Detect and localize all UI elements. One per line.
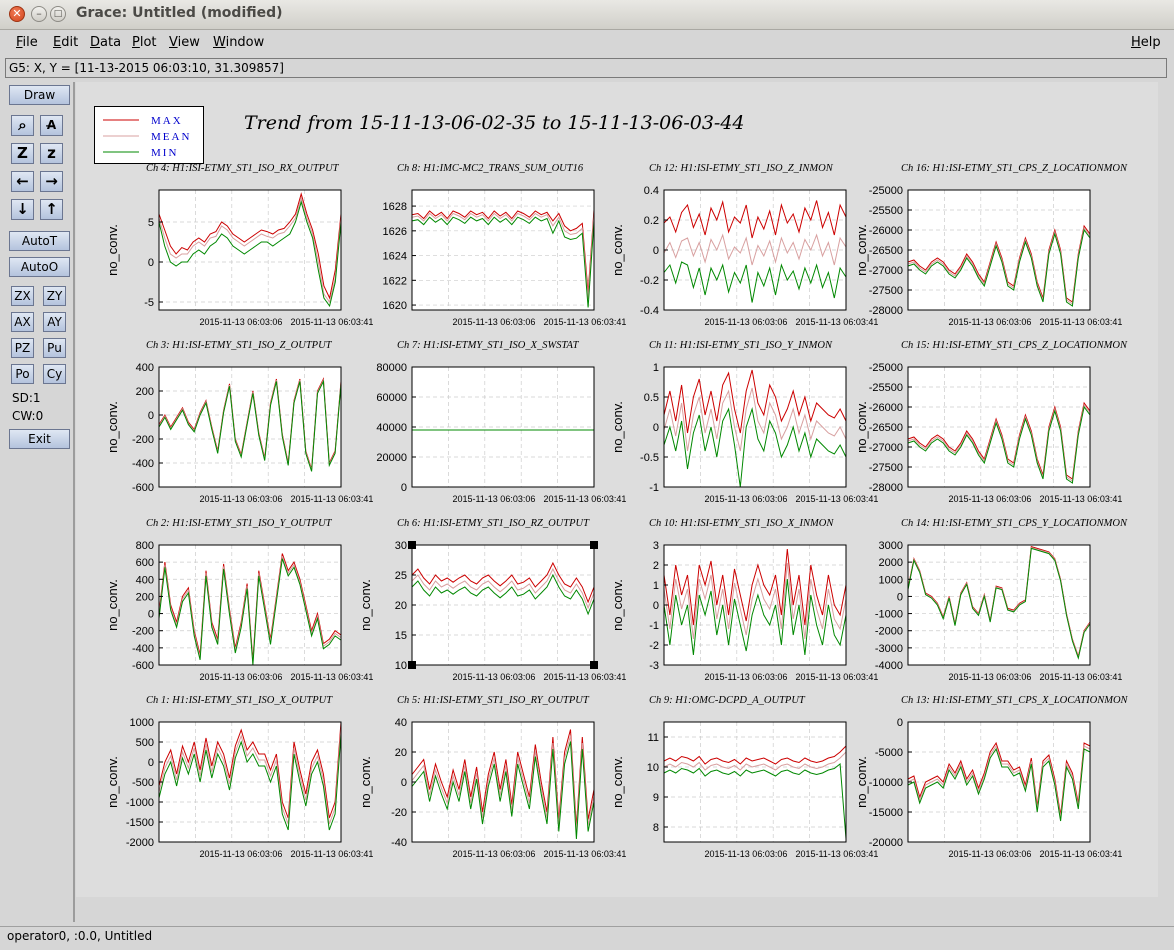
pu-button[interactable]: Pu (43, 338, 66, 358)
legend: MAX MEAN MIN (94, 106, 204, 164)
status-bar: operator0, :0.0, Untitled (0, 926, 1174, 950)
arrow-right-icon[interactable]: → (40, 171, 63, 192)
menu-file[interactable]: File (16, 35, 38, 50)
ax-button[interactable]: AX (11, 312, 34, 332)
autoo-button[interactable]: AutoO (9, 257, 70, 277)
plot-canvas[interactable] (76, 82, 1158, 897)
legend-svg: MAX MEAN MIN (103, 115, 191, 159)
zoom-out-icon[interactable]: z (40, 143, 63, 164)
tool-panel: Draw ⌕ A̶ Z z ← → ↓ ↑ AutoT AutoO ZX ZY … (3, 82, 75, 922)
zoom-icon[interactable]: ⌕ (11, 115, 34, 136)
menu-plot[interactable]: Plot (132, 35, 157, 50)
sd-indicator: SD:1 (12, 391, 41, 405)
minimize-icon[interactable]: – (31, 6, 47, 22)
title-bar: ✕ – □ Grace: Untitled (modified) (0, 0, 1174, 30)
arrow-up-icon[interactable]: ↑ (40, 199, 63, 220)
legend-min-label: MIN (151, 147, 178, 159)
close-icon[interactable]: ✕ (9, 6, 25, 22)
menu-data[interactable]: Data (90, 35, 121, 50)
cy-button[interactable]: Cy (43, 364, 66, 384)
zoom-in-icon[interactable]: Z (11, 143, 34, 164)
autot-button[interactable]: AutoT (9, 231, 70, 251)
window-title: Grace: Untitled (modified) (76, 5, 283, 21)
arrow-down-icon[interactable]: ↓ (11, 199, 34, 220)
menu-view[interactable]: View (169, 35, 200, 50)
menu-help[interactable]: Help (1131, 35, 1161, 50)
exit-button[interactable]: Exit (9, 429, 70, 449)
coordinate-readout: G5: X, Y = [11-13-2015 06:03:10, 31.3098… (5, 58, 1167, 78)
zy-button[interactable]: ZY (43, 286, 66, 306)
menu-edit[interactable]: Edit (53, 35, 78, 50)
cw-indicator: CW:0 (12, 409, 44, 423)
text-edit-icon[interactable]: A̶ (40, 115, 63, 136)
draw-button[interactable]: Draw (9, 85, 70, 105)
arrow-left-icon[interactable]: ← (11, 171, 34, 192)
trend-title: Trend from 15-11-13-06-02-35 to 15-11-13… (244, 112, 745, 134)
zx-button[interactable]: ZX (11, 286, 34, 306)
menu-bar: File Edit Data Plot View Window Help (0, 30, 1174, 56)
ay-button[interactable]: AY (43, 312, 66, 332)
menu-window[interactable]: Window (213, 35, 264, 50)
pz-button[interactable]: PZ (11, 338, 34, 358)
po-button[interactable]: Po (11, 364, 34, 384)
legend-max-label: MAX (151, 115, 183, 127)
maximize-icon[interactable]: □ (50, 6, 66, 22)
legend-mean-label: MEAN (151, 131, 191, 143)
